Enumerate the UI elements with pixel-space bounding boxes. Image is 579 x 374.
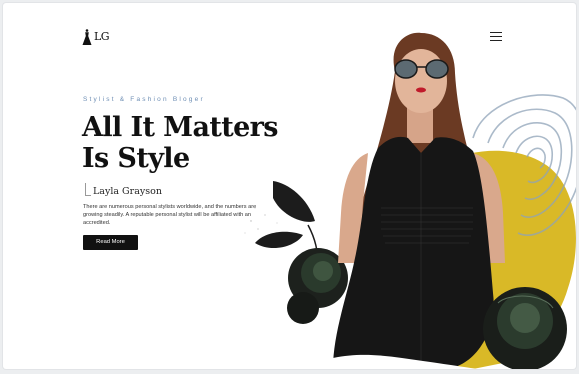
model-face	[395, 49, 447, 113]
site-logo[interactable]: LG	[82, 29, 112, 51]
right-rose	[483, 287, 567, 369]
read-more-button[interactable]: Read More	[83, 235, 138, 250]
hamburger-menu-icon[interactable]	[490, 32, 502, 42]
hero-headline: All It Matters Is Style	[82, 112, 279, 174]
author-mark	[85, 183, 91, 196]
page-frame: LG Stylist & Fashion Bloger All It Matte…	[3, 3, 576, 369]
author-name: Layla Grayson	[93, 186, 162, 197]
dress-icon	[82, 29, 92, 45]
hero-tagline: Stylist & Fashion Bloger	[83, 96, 205, 103]
hero-description: There are numerous personal stylists wor…	[83, 204, 257, 226]
logo-text: LG	[94, 30, 110, 43]
headline-line-1: All It Matters	[82, 112, 279, 143]
model-lips	[416, 87, 426, 93]
headline-line-2: Is Style	[82, 143, 190, 174]
